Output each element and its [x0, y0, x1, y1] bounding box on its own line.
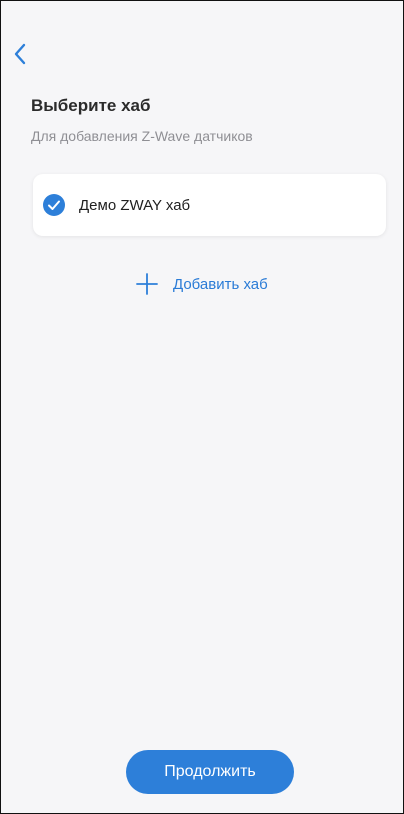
- add-hub-label: Добавить хаб: [173, 275, 268, 293]
- chevron-left-icon: [14, 43, 26, 65]
- hub-list-item[interactable]: Демо ZWAY хаб: [33, 174, 386, 236]
- back-button[interactable]: [13, 41, 43, 67]
- check-circle-icon: [43, 194, 65, 216]
- add-hub-button[interactable]: Добавить хаб: [135, 271, 268, 297]
- page-title: Выберите хаб: [31, 96, 151, 115]
- continue-button[interactable]: Продолжить: [126, 750, 294, 794]
- page-subtitle: Для добавления Z-Wave датчиков: [31, 128, 253, 144]
- hub-selection-screen: Выберите хаб Для добавления Z-Wave датчи…: [0, 0, 404, 814]
- hub-name: Демо ZWAY хаб: [79, 196, 191, 214]
- plus-icon: [136, 273, 158, 295]
